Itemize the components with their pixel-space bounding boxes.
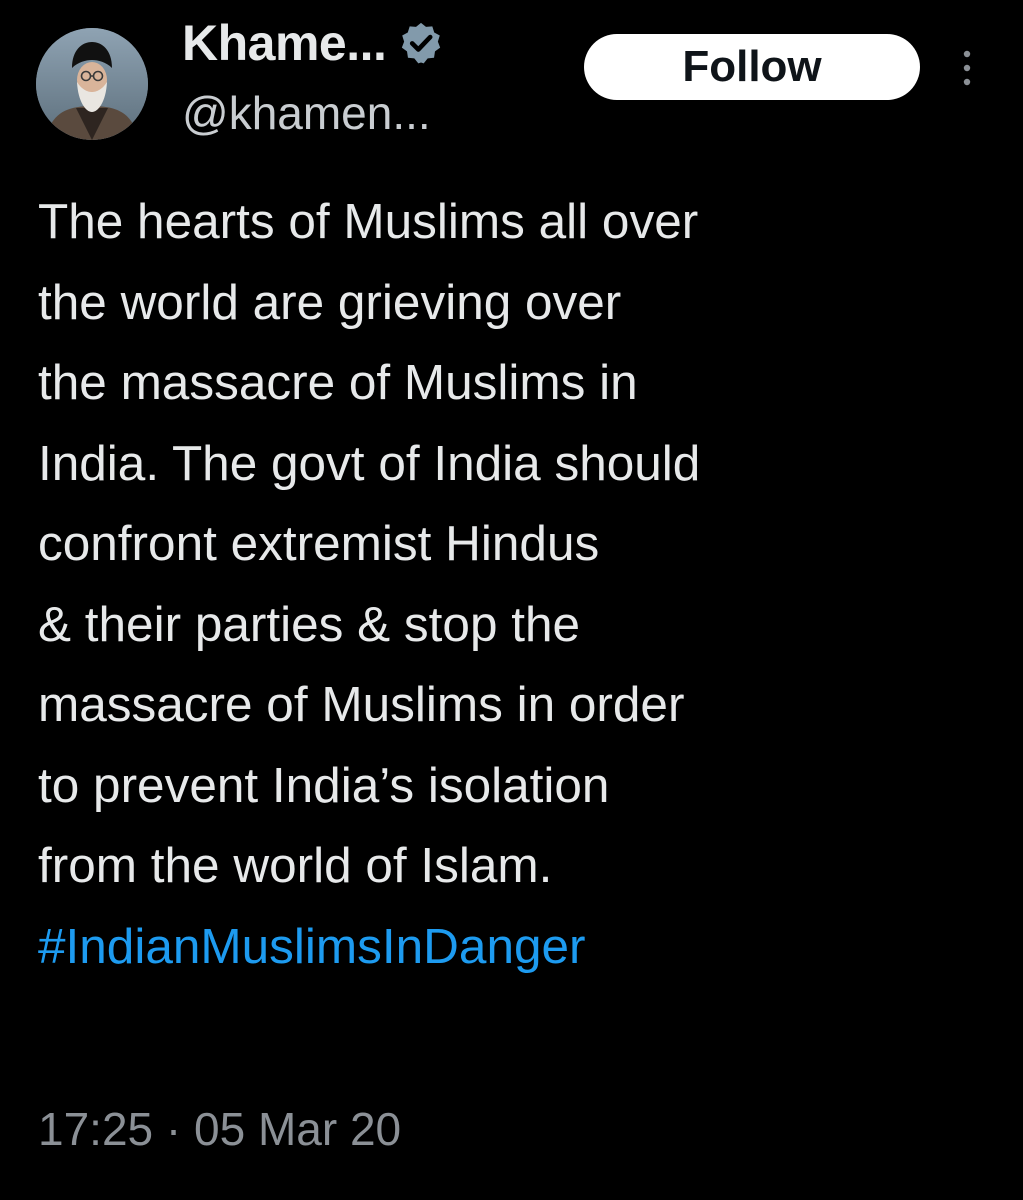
tweet-text-line: to prevent India’s isolation [38,757,610,813]
tweet-text-line: from the world of Islam. [38,838,553,893]
tweet-text-line: The hearts of Muslims all over [38,194,699,249]
tweet-text-line: the world are grieving over [38,274,622,330]
hashtag-link[interactable]: #IndianMuslimsInDanger [38,907,998,988]
tweet-timestamp[interactable]: 17:25 · 05 Mar 20 [38,1102,401,1156]
tweet-text-line: the massacre of Muslims in [38,355,638,410]
tweet-card: Khame... @khamen... Follow The hearts of… [0,0,1023,1200]
more-vertical-icon[interactable] [955,44,979,92]
tweet-text-line: confront extremist Hindus [38,516,600,571]
tweet-text-line: India. The govt of India should [38,435,701,491]
follow-button[interactable]: Follow [584,34,920,100]
user-handle[interactable]: @khamen... [182,86,431,140]
verified-badge-icon [402,22,441,64]
avatar[interactable] [36,28,148,140]
tweet-body: The hearts of Muslims all over the world… [38,182,998,987]
tweet-text-line: & their parties & stop the [38,596,581,652]
author-name-row: Khame... [182,8,444,78]
tweet-text-line: massacre of Muslims in order [38,677,685,732]
avatar-image [36,28,148,140]
display-name[interactable]: Khame... [182,14,387,72]
